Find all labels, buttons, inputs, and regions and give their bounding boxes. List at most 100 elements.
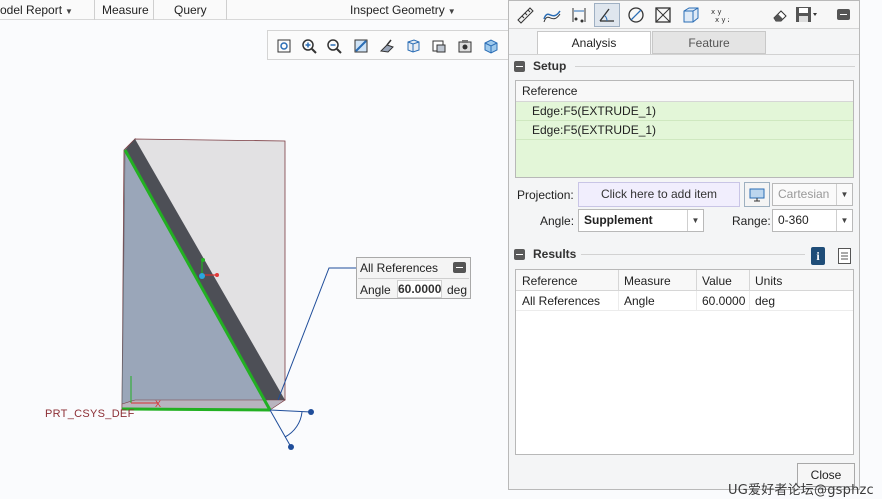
list-icon[interactable] (837, 247, 851, 265)
menu-separator (94, 0, 95, 20)
dimension-leg-horizontal (269, 409, 312, 413)
range-value: 0-360 (778, 213, 809, 227)
divider (581, 254, 805, 255)
column-separator (618, 291, 619, 311)
menu-separator (226, 0, 227, 20)
reference-header: Reference (516, 81, 853, 102)
length-icon[interactable] (512, 3, 538, 27)
collapse-icon[interactable] (514, 248, 525, 260)
monitor-icon[interactable] (744, 182, 770, 207)
range-label: Range: (732, 214, 771, 228)
view-manager-icon[interactable] (455, 36, 475, 56)
measure-callout[interactable]: All References Angle 60.0000 deg (356, 257, 471, 299)
collapse-icon[interactable] (514, 60, 525, 72)
saved-views-icon[interactable] (403, 36, 423, 56)
menu-inspect-geometry[interactable]: Inspect Geometry ▼ (346, 0, 460, 20)
setup-title: Setup (533, 59, 567, 73)
column-separator (749, 291, 750, 311)
tab-analysis[interactable]: Analysis (537, 31, 651, 54)
tab-feature[interactable]: Feature (652, 31, 766, 54)
csys-x-label: X (155, 399, 162, 409)
results-cell-reference: All References (522, 294, 601, 308)
results-cell-measure: Angle (624, 294, 655, 308)
save-icon[interactable] (794, 3, 820, 27)
results-header-row: Reference Measure Value Units (516, 270, 853, 291)
collapse-icon[interactable] (453, 262, 466, 273)
dragger-y-handle-icon[interactable] (201, 258, 205, 262)
callout-title: All References (360, 261, 439, 275)
repaint-icon[interactable] (351, 36, 371, 56)
menu-query[interactable]: Query (170, 0, 211, 20)
chevron-down-icon: ▼ (687, 210, 703, 231)
column-separator (696, 270, 697, 291)
menu-separator (153, 0, 154, 20)
perspective-icon[interactable] (481, 36, 501, 56)
results-col-measure[interactable]: Measure (620, 271, 671, 291)
chevron-down-icon: ▼ (65, 7, 73, 16)
chevron-down-icon: ▼ (447, 7, 456, 16)
results-cell-value: 60.0000 (702, 294, 746, 308)
zoom-in-icon[interactable] (299, 36, 319, 56)
projection-label: Projection: (517, 188, 574, 202)
dragger-x-handle-icon[interactable] (215, 273, 219, 277)
reference-item[interactable]: Edge:F5(EXTRUDE_1) (516, 121, 853, 140)
dimension-handle-icon[interactable] (308, 409, 314, 415)
menu-bar: odel Report ▼ Measure Query Inspect Geome… (0, 0, 510, 20)
eraser-icon[interactable] (767, 3, 793, 27)
results-col-reference[interactable]: Reference (518, 271, 577, 291)
results-col-value[interactable]: Value (698, 271, 732, 291)
highlighted-edge-bottom[interactable] (121, 407, 271, 412)
results-title: Results (533, 247, 577, 261)
results-section-header[interactable]: Results (514, 246, 576, 262)
coordinate-system-select[interactable]: Cartesian ▼ (772, 183, 853, 206)
coordinate-system-value: Cartesian (778, 187, 830, 201)
measure-panel: x yx y z Analysis Feature Setup Referenc… (508, 0, 860, 490)
menu-model-report-label: odel Report (0, 3, 63, 17)
angle-icon[interactable] (594, 3, 620, 27)
angle-type-value: Supplement (584, 213, 653, 227)
display-style-icon[interactable] (429, 36, 449, 56)
zoom-out-icon[interactable] (324, 36, 344, 56)
chevron-down-icon: ▼ (836, 184, 852, 205)
divider (575, 66, 855, 67)
range-select[interactable]: 0-360 ▼ (772, 209, 853, 232)
setup-section-header[interactable]: Setup (514, 58, 566, 74)
chevron-down-icon: ▼ (836, 210, 852, 231)
divider (509, 54, 859, 55)
menu-measure[interactable]: Measure (98, 0, 153, 20)
csys-label: PRT_CSYS_DEF (45, 408, 135, 420)
table-row[interactable]: All References Angle 60.0000 deg (516, 291, 853, 311)
dragger-origin-icon[interactable] (199, 273, 205, 279)
results-col-units[interactable]: Units (751, 271, 782, 291)
menu-query-label: Query (174, 3, 207, 17)
callout-leader (277, 267, 356, 401)
area-icon[interactable] (650, 3, 676, 27)
diameter-icon[interactable] (623, 3, 649, 27)
callout-row-label: Angle (360, 283, 391, 297)
results-table[interactable]: Reference Measure Value Units All Refere… (515, 269, 854, 455)
dimension-handle-icon[interactable] (288, 444, 294, 450)
callout-unit: deg (447, 283, 468, 297)
reference-list[interactable]: Reference Edge:F5(EXTRUDE_1) Edge:F5(EXT… (515, 80, 854, 178)
distance-icon[interactable] (566, 3, 592, 27)
angle-type-select[interactable]: Supplement ▼ (578, 209, 704, 232)
reference-item[interactable]: Edge:F5(EXTRUDE_1) (516, 102, 853, 121)
column-separator (749, 270, 750, 291)
menu-model-report[interactable]: odel Report ▼ (0, 0, 77, 20)
column-separator (618, 270, 619, 291)
volume-icon[interactable] (678, 3, 704, 27)
refit-icon[interactable] (274, 36, 294, 56)
angle-arc (284, 411, 303, 438)
menu-measure-label: Measure (102, 3, 149, 17)
curve-length-icon[interactable] (539, 3, 565, 27)
view-toolbar (267, 30, 510, 60)
divider (358, 278, 469, 279)
menu-inspect-geometry-label: Inspect Geometry (350, 3, 445, 17)
projection-collector[interactable]: Click here to add item (578, 182, 740, 207)
orient-icon[interactable] (377, 36, 397, 56)
info-icon[interactable]: i (811, 247, 825, 265)
callout-value: 60.0000 (397, 280, 442, 298)
transform-icon[interactable]: x yx y z (706, 3, 732, 27)
collapse-icon[interactable] (831, 3, 857, 27)
results-cell-units: deg (755, 294, 776, 308)
